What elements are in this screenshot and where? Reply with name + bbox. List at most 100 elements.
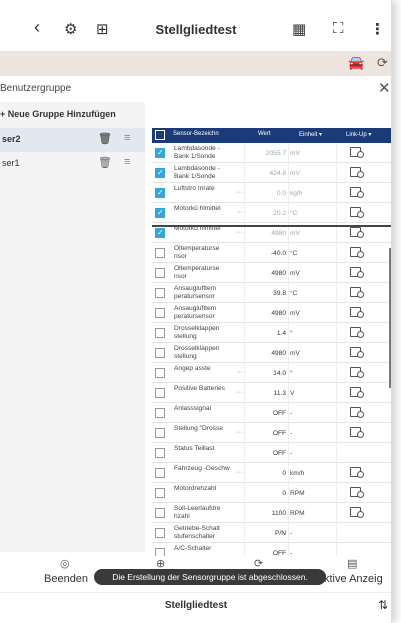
row-checkbox[interactable] bbox=[155, 328, 165, 338]
table-row[interactable]: A/C-Schalter OFF - bbox=[152, 543, 391, 556]
link-up-icon[interactable] bbox=[350, 266, 366, 278]
column-divider bbox=[288, 443, 289, 463]
close-icon[interactable]: ✕ bbox=[378, 79, 391, 97]
table-row[interactable]: Getriebe-Schalt stufenschalter P/N - bbox=[152, 523, 391, 543]
table-header: Sensor-Bezeichn Wert Einheit ▾ Link-Up ▾ bbox=[152, 128, 391, 143]
column-divider bbox=[288, 143, 289, 163]
column-divider bbox=[336, 543, 337, 556]
sensor-value: 0 bbox=[282, 470, 286, 477]
link-up-icon[interactable] bbox=[350, 206, 366, 218]
link-up-icon[interactable] bbox=[350, 286, 366, 298]
row-checkbox[interactable] bbox=[155, 148, 165, 158]
group-item[interactable]: ser1 🗑 ≡ bbox=[0, 152, 145, 176]
table-row[interactable]: Öltemperaturse nsor -40.0 °C bbox=[152, 243, 391, 263]
select-all-checkbox[interactable] bbox=[155, 130, 165, 140]
more-icon[interactable]: ··· bbox=[236, 209, 243, 216]
calculator-icon[interactable]: ▦ bbox=[292, 20, 306, 38]
add-group-button[interactable]: + Neue Gruppe Hinzufügen bbox=[0, 109, 116, 119]
more-icon[interactable]: ··· bbox=[236, 189, 243, 196]
table-row[interactable]: Stellung "Drosse ··· OFF - bbox=[152, 423, 391, 443]
row-checkbox[interactable] bbox=[155, 508, 165, 518]
link-up-icon[interactable] bbox=[350, 306, 366, 318]
table-row[interactable]: Anlasssignal OFF - bbox=[152, 403, 391, 423]
row-checkbox[interactable] bbox=[155, 168, 165, 178]
table-row[interactable]: Motorkü hlmittel ··· 20.2 °C bbox=[152, 203, 391, 223]
link-up-icon[interactable] bbox=[350, 466, 366, 478]
link-up-icon[interactable] bbox=[350, 346, 366, 358]
row-checkbox[interactable] bbox=[155, 468, 165, 478]
link-up-icon[interactable] bbox=[350, 506, 366, 518]
trash-icon[interactable]: 🗑 bbox=[98, 156, 112, 169]
kebab-menu-icon[interactable]: ⋮ bbox=[370, 20, 385, 38]
table-row[interactable]: Öltemperaturse nsor 4980 mV bbox=[152, 263, 391, 283]
row-checkbox[interactable] bbox=[155, 528, 165, 538]
link-up-icon[interactable] bbox=[350, 386, 366, 398]
table-row[interactable]: Ansauglufttem peratursensor 4980 mV bbox=[152, 303, 391, 323]
table-row[interactable]: Luftstro mrate ··· 0.0 kg/h bbox=[152, 183, 391, 203]
end-icon[interactable]: ◎ bbox=[60, 557, 70, 570]
row-checkbox[interactable] bbox=[155, 208, 165, 218]
more-icon[interactable]: ··· bbox=[236, 429, 243, 436]
table-row[interactable]: Drosselklappen stellung 1.4 ° bbox=[152, 323, 391, 343]
row-checkbox[interactable] bbox=[155, 268, 165, 278]
row-checkbox[interactable] bbox=[155, 248, 165, 258]
sensor-unit: mV bbox=[290, 350, 300, 357]
table-row[interactable]: Status Teillast OFF - bbox=[152, 443, 391, 463]
trash-icon[interactable]: 🗑 bbox=[98, 132, 112, 145]
link-up-icon[interactable] bbox=[350, 426, 366, 438]
drag-handle-icon[interactable]: ≡ bbox=[124, 132, 130, 144]
row-checkbox[interactable] bbox=[155, 488, 165, 498]
link-up-icon[interactable] bbox=[350, 366, 366, 378]
header-name[interactable]: Sensor-Bezeichn bbox=[173, 131, 219, 137]
column-divider bbox=[244, 163, 245, 183]
row-checkbox[interactable] bbox=[155, 308, 165, 318]
row-checkbox[interactable] bbox=[155, 548, 165, 556]
more-icon[interactable]: ··· bbox=[236, 389, 243, 396]
link-up-icon[interactable] bbox=[350, 326, 366, 338]
row-checkbox[interactable] bbox=[155, 188, 165, 198]
header-unit[interactable]: Einheit ▾ bbox=[299, 131, 322, 138]
row-checkbox[interactable] bbox=[155, 388, 165, 398]
header-link[interactable]: Link-Up ▾ bbox=[346, 131, 371, 138]
scrollbar[interactable] bbox=[389, 248, 391, 388]
expand-frame-icon[interactable]: ⛶ bbox=[333, 20, 344, 37]
end-button[interactable]: Beenden bbox=[44, 573, 88, 585]
table-row[interactable]: Fahrzeug -Geschw ··· 0 km/h bbox=[152, 463, 391, 483]
column-divider bbox=[288, 303, 289, 323]
more-icon[interactable]: ··· bbox=[236, 369, 243, 376]
link-up-icon[interactable] bbox=[350, 166, 366, 178]
column-divider bbox=[244, 323, 245, 343]
row-checkbox[interactable] bbox=[155, 408, 165, 418]
link-up-icon[interactable] bbox=[350, 186, 366, 198]
row-checkbox[interactable] bbox=[155, 348, 165, 358]
group-item[interactable]: ser2 🗑 ≡ bbox=[0, 128, 145, 152]
refresh-icon[interactable]: ⟳ bbox=[377, 55, 388, 71]
column-divider bbox=[288, 163, 289, 183]
column-divider bbox=[244, 243, 245, 263]
table-row[interactable]: Angep asste ··· 14.0 ° bbox=[152, 363, 391, 383]
link-up-icon[interactable] bbox=[350, 146, 366, 158]
link-up-icon[interactable] bbox=[350, 406, 366, 418]
table-row[interactable]: Lambdasonde -Bank 1/Sonde 424.8 mV bbox=[152, 163, 391, 183]
table-row[interactable]: Drosselklappen stellung 4980 mV bbox=[152, 343, 391, 363]
row-checkbox[interactable] bbox=[155, 288, 165, 298]
table-row[interactable]: Positive Batteries ··· 11.3 V bbox=[152, 383, 391, 403]
table-row[interactable]: Lambdasonde -Bank 1/Sonde 2055.7 mV bbox=[152, 143, 391, 163]
link-up-icon[interactable] bbox=[350, 226, 366, 238]
sort-icon[interactable]: ⇅ bbox=[378, 598, 388, 612]
table-row[interactable]: Soll-Leerlaufdre hzahl 1100 RPM bbox=[152, 503, 391, 523]
row-checkbox[interactable] bbox=[155, 368, 165, 378]
link-up-icon[interactable] bbox=[350, 486, 366, 498]
row-checkbox[interactable] bbox=[155, 448, 165, 458]
more-icon[interactable]: ··· bbox=[236, 229, 243, 236]
more-icon[interactable]: ··· bbox=[236, 469, 243, 476]
drag-handle-icon[interactable]: ≡ bbox=[124, 156, 130, 168]
active-display-button[interactable]: ktive Anzeig bbox=[324, 573, 383, 585]
table-row[interactable]: Ansauglufttem peratursensor 39.8 °C bbox=[152, 283, 391, 303]
row-checkbox[interactable] bbox=[155, 228, 165, 238]
row-checkbox[interactable] bbox=[155, 428, 165, 438]
display-icon[interactable]: ▤ bbox=[347, 557, 357, 570]
car-icon[interactable]: 🚘 bbox=[348, 55, 364, 71]
link-up-icon[interactable] bbox=[350, 246, 366, 258]
table-row[interactable]: Motordrehzahl 0 RPM bbox=[152, 483, 391, 503]
